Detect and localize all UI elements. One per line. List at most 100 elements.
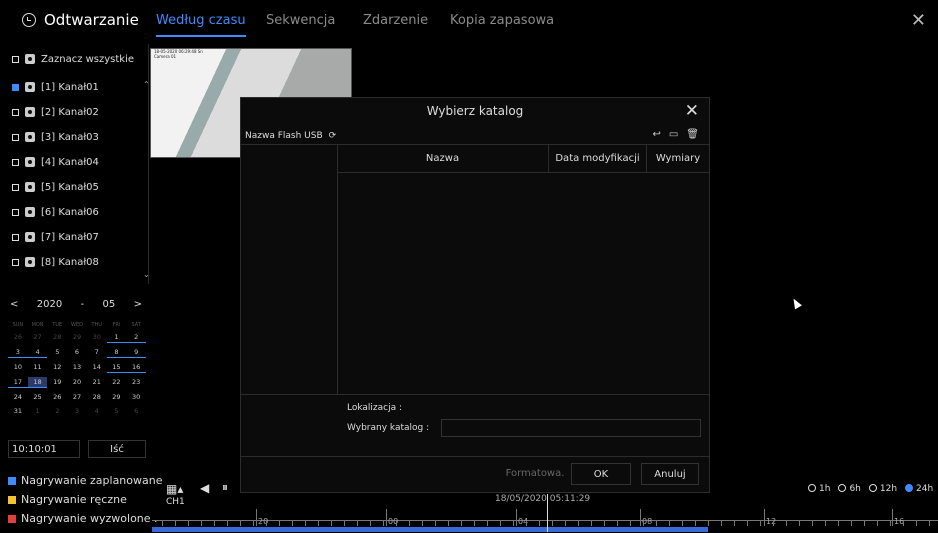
- calendar-day[interactable]: 28: [87, 392, 107, 402]
- channel-checkbox[interactable]: [12, 183, 19, 191]
- select-all-checkbox[interactable]: [12, 55, 19, 63]
- column-name[interactable]: Nazwa: [337, 145, 549, 173]
- refresh-icon[interactable]: ⟳: [329, 131, 337, 141]
- channel-item[interactable]: [1] Kanał01: [12, 77, 99, 97]
- calendar-day[interactable]: 11: [28, 362, 48, 372]
- checkbox-icon[interactable]: [8, 476, 16, 485]
- calendar-day[interactable]: 8: [106, 347, 127, 358]
- pause-icon[interactable]: ⏸: [222, 480, 228, 495]
- channel-label: [1] Kanał01: [41, 81, 99, 93]
- calendar-day[interactable]: 5: [107, 406, 127, 416]
- timeline[interactable]: 18/05/2020 05:11:29 20 00 04 08 12 16: [152, 494, 938, 533]
- calendar-day[interactable]: 18: [27, 377, 48, 388]
- calendar-day[interactable]: 26: [8, 332, 28, 342]
- back-icon[interactable]: ↩: [652, 129, 660, 140]
- calendar-day[interactable]: 13: [67, 362, 87, 372]
- folder-tree[interactable]: [241, 144, 338, 395]
- calendar-day[interactable]: 28: [47, 332, 67, 342]
- calendar-day[interactable]: 6: [126, 406, 146, 416]
- range-6h[interactable]: 6h: [838, 484, 861, 494]
- channel-item[interactable]: [5] Kanał05: [12, 177, 99, 197]
- ok-button[interactable]: OK: [571, 463, 631, 485]
- next-month-button[interactable]: >: [134, 299, 142, 310]
- calendar-day[interactable]: 30: [126, 392, 146, 402]
- legend-item[interactable]: Nagrywanie wyzwolone .: [8, 512, 158, 525]
- checkbox-icon[interactable]: [8, 514, 16, 523]
- delete-icon[interactable]: 🗑: [686, 129, 699, 140]
- selected-dir-field[interactable]: [441, 419, 701, 437]
- calendar-day[interactable]: 27: [67, 392, 87, 402]
- channel-item[interactable]: [4] Kanał04: [12, 152, 99, 172]
- column-modified[interactable]: Data modyfikacji: [549, 145, 647, 173]
- rewind-icon[interactable]: ◀: [200, 481, 209, 495]
- calendar-day[interactable]: 16: [126, 362, 146, 373]
- channel-checkbox[interactable]: [12, 83, 19, 91]
- channel-item[interactable]: [7] Kanał07: [12, 227, 99, 247]
- range-12h[interactable]: 12h: [868, 484, 897, 494]
- calendar-day[interactable]: 26: [47, 392, 67, 402]
- calendar-day[interactable]: 19: [47, 377, 67, 387]
- calendar-day[interactable]: 22: [107, 377, 127, 387]
- calendar-day[interactable]: 3: [8, 347, 28, 358]
- scroll-down-icon[interactable]: ⌄: [143, 270, 150, 279]
- select-all-row[interactable]: Zaznacz wszystkie: [12, 49, 134, 69]
- time-input[interactable]: 10:10:01: [8, 440, 80, 458]
- channel-checkbox[interactable]: [12, 208, 19, 216]
- calendar-day[interactable]: 4: [27, 347, 48, 358]
- calendar-day[interactable]: 2: [126, 332, 146, 343]
- tick-mark: [565, 521, 566, 526]
- calendar-day[interactable]: 5: [47, 347, 67, 357]
- prev-month-button[interactable]: <: [10, 299, 18, 310]
- calendar-day[interactable]: 9: [126, 347, 146, 358]
- range-24h[interactable]: 24h: [905, 484, 933, 494]
- calendar-day[interactable]: 31: [8, 406, 28, 416]
- channel-checkbox[interactable]: [12, 133, 19, 141]
- channel-checkbox[interactable]: [12, 158, 19, 166]
- channel-checkbox[interactable]: [12, 258, 19, 266]
- scroll-up-icon[interactable]: ⌃: [143, 80, 150, 89]
- calendar-day[interactable]: 23: [126, 377, 146, 387]
- calendar-day[interactable]: 24: [8, 392, 28, 402]
- format-button[interactable]: Formatowa.: [503, 463, 567, 485]
- range-1h[interactable]: 1h: [808, 484, 830, 494]
- tick-mark: [448, 521, 449, 526]
- column-size[interactable]: Wymiary: [647, 145, 709, 173]
- calendar-day[interactable]: 27: [28, 332, 48, 342]
- calendar-day[interactable]: 29: [107, 392, 127, 402]
- calendar-day[interactable]: 2: [47, 406, 67, 416]
- close-icon[interactable]: ✕: [685, 101, 699, 121]
- close-icon[interactable]: ✕: [911, 10, 926, 31]
- calendar-day[interactable]: 14: [87, 362, 107, 372]
- calendar-day[interactable]: 1: [28, 406, 48, 416]
- tab-by-time[interactable]: Według czasu: [156, 13, 246, 37]
- calendar-day[interactable]: 29: [67, 332, 87, 342]
- calendar-day[interactable]: 20: [67, 377, 87, 387]
- calendar-day[interactable]: 3: [67, 406, 87, 416]
- calendar-day[interactable]: 21: [87, 377, 107, 387]
- calendar-day[interactable]: 25: [28, 392, 48, 402]
- calendar-day[interactable]: 15: [106, 362, 127, 373]
- calendar-day[interactable]: 7: [87, 347, 107, 357]
- layout-icon[interactable]: ▦▴: [166, 482, 183, 496]
- tab-backup[interactable]: Kopia zapasowa: [450, 13, 554, 28]
- calendar-day[interactable]: 10: [8, 362, 28, 372]
- channel-checkbox[interactable]: [12, 233, 19, 241]
- tab-sequence[interactable]: Sekwencja: [266, 13, 335, 28]
- timeline-cursor[interactable]: [547, 494, 548, 532]
- legend-item[interactable]: Nagrywanie zaplanowane: [8, 474, 163, 487]
- calendar-day[interactable]: 4: [87, 406, 107, 416]
- channel-item[interactable]: [6] Kanał06: [12, 202, 99, 222]
- calendar-day[interactable]: 1: [106, 332, 127, 343]
- new-folder-icon[interactable]: ▭: [669, 129, 678, 140]
- calendar-day[interactable]: 6: [67, 347, 87, 357]
- channel-item[interactable]: [3] Kanał03: [12, 127, 99, 147]
- channel-checkbox[interactable]: [12, 108, 19, 116]
- calendar-day[interactable]: 17: [8, 377, 28, 388]
- channel-item[interactable]: [8] Kanał08: [12, 252, 99, 272]
- calendar-day[interactable]: 30: [87, 332, 107, 342]
- cancel-button[interactable]: Anuluj: [641, 463, 699, 485]
- calendar-day[interactable]: 12: [47, 362, 67, 372]
- tab-event[interactable]: Zdarzenie: [363, 13, 428, 28]
- channel-item[interactable]: [2] Kanał02: [12, 102, 99, 122]
- go-button[interactable]: Iść: [88, 440, 146, 458]
